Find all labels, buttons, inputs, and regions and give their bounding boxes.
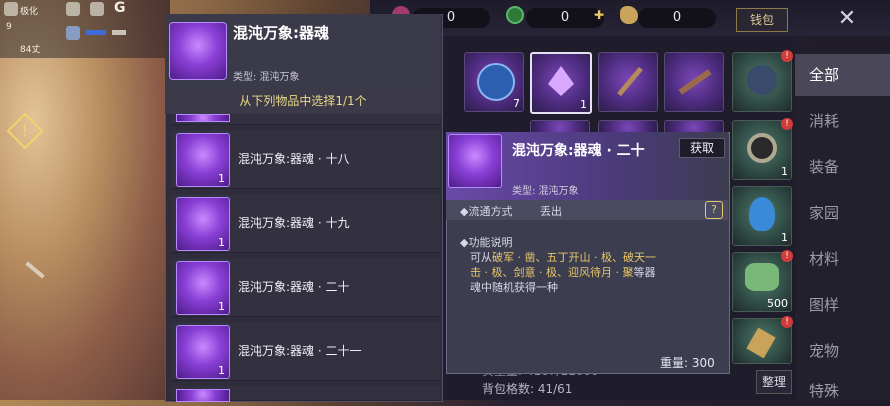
inventory-slot[interactable]: !	[732, 50, 793, 112]
crossbow-item-icon	[678, 69, 712, 95]
detail-type: 类型: 混沌万象	[512, 186, 579, 197]
circulation-row: ◆流通方式 丢出	[446, 200, 728, 220]
herb-item-icon	[745, 263, 779, 291]
list-item-partial[interactable]	[172, 386, 440, 402]
tab-equipment[interactable]: 装备	[795, 146, 890, 188]
item-count: 1	[218, 300, 225, 313]
item-name: 混沌万象:器魂 · 十八	[238, 152, 350, 166]
tab-patterns[interactable]: 图样	[795, 284, 890, 326]
wallet-button[interactable]: 钱包	[736, 8, 788, 32]
seed-count: 0	[638, 8, 716, 28]
tab-consumables[interactable]: 消耗	[795, 100, 890, 142]
item-name: 混沌万象:器魂 · 十九	[238, 216, 350, 230]
chest-item-icon	[169, 22, 227, 80]
location-text: 极化	[20, 7, 39, 17]
spirit-flame-icon	[749, 197, 775, 231]
item-count: 1	[218, 236, 225, 249]
new-badge: !	[781, 50, 793, 62]
inventory-slot[interactable]: 1	[732, 186, 792, 246]
selection-type: 类型: 混沌万象	[233, 72, 300, 83]
slot-count: 1	[580, 98, 587, 111]
list-item[interactable]: 1 混沌万象:器魂 · 二十一	[172, 322, 440, 381]
plus-icon[interactable]: ✚	[592, 8, 606, 22]
list-item[interactable]: 1 混沌万象:器魂 · 十九	[172, 194, 440, 253]
slot-count: 1	[781, 231, 788, 244]
selection-header: 混沌万象:器魂 类型: 混沌万象	[165, 14, 441, 88]
inventory-slot[interactable]	[664, 52, 724, 112]
hp-bar	[86, 30, 106, 35]
seed-icon	[620, 6, 638, 24]
item-name: 混沌万象:器魂 · 二十	[238, 280, 350, 294]
g-tag: G	[114, 0, 126, 16]
desc-line: 魂中随机获得一种	[470, 281, 558, 294]
detail-weight: 重量: 300	[660, 356, 715, 370]
list-item-partial[interactable]	[172, 114, 440, 125]
category-tabs: 全部 消耗 装备 家园 材料 图样 宠物 特殊	[795, 52, 890, 400]
item-count: 1	[218, 172, 225, 185]
new-badge: !	[781, 316, 793, 328]
item-icon	[176, 114, 230, 122]
new-badge: !	[781, 118, 793, 130]
new-badge: !	[781, 250, 793, 262]
game-scenery	[0, 0, 170, 400]
tab-materials[interactable]: 材料	[795, 238, 890, 280]
buff-icon	[66, 2, 80, 16]
soul-item-icon: 1	[176, 261, 230, 315]
slot-count: 7	[513, 97, 520, 110]
list-item[interactable]: 1 混沌万象:器魂 · 十八	[172, 130, 440, 189]
detail-title: 混沌万象:器魂 · 二十	[512, 143, 645, 159]
horn-item-icon	[746, 327, 776, 359]
get-button[interactable]: 获取	[679, 138, 725, 158]
help-icon[interactable]: ?	[705, 201, 723, 219]
desc-line: 击 · 极、剑意 · 极、迎风待月 · 聚等器	[470, 266, 656, 279]
ring-stone-icon	[747, 133, 777, 163]
inventory-slot[interactable]: ! 1	[732, 118, 793, 180]
item-icon	[176, 389, 230, 402]
player-avatar-icon	[4, 2, 18, 16]
spear-item-icon	[617, 66, 643, 97]
stat-one: 9	[6, 22, 12, 32]
inventory-slot[interactable]: 7	[464, 52, 524, 112]
selection-title: 混沌万象:器魂	[233, 24, 329, 42]
tab-all[interactable]: 全部	[795, 54, 890, 96]
inventory-slot-selected[interactable]: 1	[530, 52, 592, 114]
circulation-label: ◆流通方式	[460, 205, 513, 218]
function-description: 可从破军 · 凿、五丁开山 · 极、破天一 击 · 极、剑意 · 极、迎风待月 …	[470, 250, 720, 295]
creature-item-icon	[747, 65, 777, 95]
bag-capacity: 背包格数: 41/61	[482, 382, 573, 396]
crystal-item-icon	[548, 66, 574, 96]
inventory-slot[interactable]: ! 500	[732, 250, 793, 312]
sort-button[interactable]: 整理	[756, 370, 792, 394]
status-icon	[90, 2, 104, 16]
close-icon[interactable]: ✕	[826, 2, 868, 36]
player-hud: 极化 9 84丈 G	[0, 0, 170, 58]
tab-home[interactable]: 家园	[795, 192, 890, 234]
item-name: 混沌万象:器魂 · 二十一	[238, 344, 362, 358]
slot-count: 1	[781, 165, 788, 178]
soul-item-icon	[448, 134, 502, 188]
soul-item-icon: 1	[176, 197, 230, 251]
inventory-slot[interactable]: !	[732, 316, 793, 364]
tab-pets[interactable]: 宠物	[795, 330, 890, 372]
ring-item-icon	[477, 63, 515, 101]
desc-line: 可从破军 · 凿、五丁开山 · 极、破天一	[470, 251, 656, 264]
selection-instruction: 从下列物品中选择1/1个	[165, 88, 441, 114]
stat-distance: 84丈	[20, 45, 41, 55]
soul-item-icon: 1	[176, 133, 230, 187]
slot-count: 500	[767, 297, 788, 310]
list-item[interactable]: 1 混沌万象:器魂 · 二十	[172, 258, 440, 317]
soul-item-icon: 1	[176, 325, 230, 379]
inventory-slot[interactable]	[598, 52, 658, 112]
mp-bar	[112, 30, 126, 35]
tab-special[interactable]: 特殊	[795, 376, 890, 400]
item-count: 1	[218, 364, 225, 377]
resource-bar: 0 0 ✚ 0	[370, 0, 890, 36]
circulation-value: 丢出	[540, 205, 562, 218]
function-label: ◆功能说明	[460, 236, 513, 249]
party-icon	[66, 26, 80, 40]
jade-icon	[506, 6, 524, 24]
